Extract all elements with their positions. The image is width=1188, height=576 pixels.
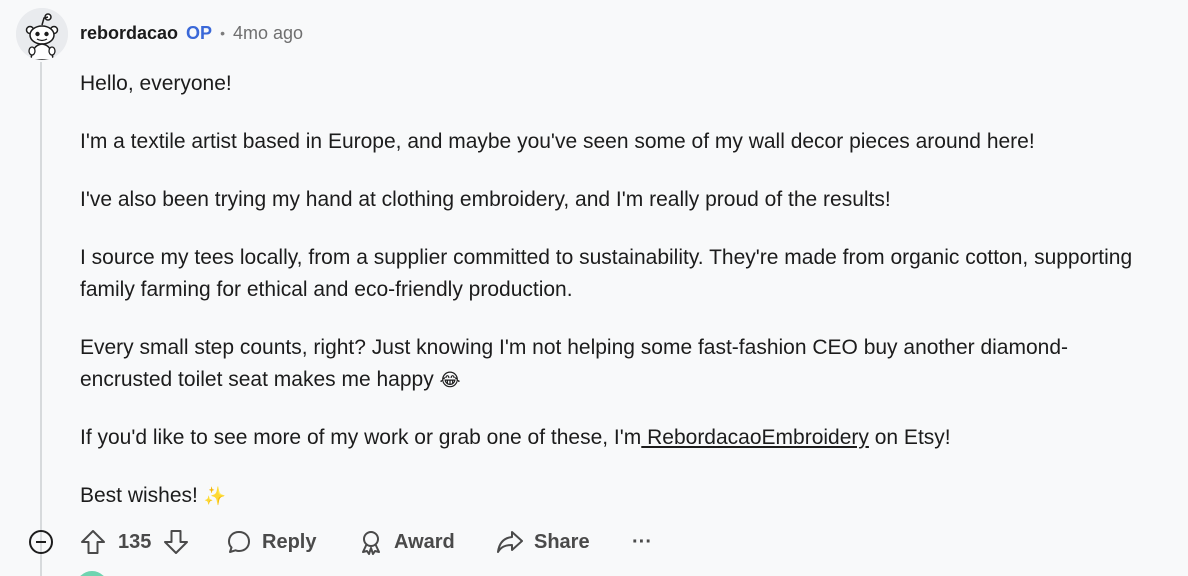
paragraph-etsy: If you'd like to see more of my work or … — [80, 422, 1160, 454]
share-label: Share — [534, 530, 590, 553]
reply-button[interactable]: Reply — [226, 526, 316, 558]
vote-count: 135 — [118, 530, 152, 553]
paragraph-embroidery: I've also been trying my hand at clothin… — [80, 188, 891, 211]
upvote-arrow-icon[interactable] — [80, 529, 106, 555]
paragraph-sourcing: I source my tees locally, from a supplie… — [80, 246, 1133, 301]
snoo-avatar-icon[interactable] — [16, 8, 68, 60]
thread-line[interactable] — [40, 62, 42, 576]
reply-avatar[interactable] — [76, 571, 108, 576]
comment-body: Hello, everyone! I'm a textile artist ba… — [80, 68, 1160, 538]
award-button[interactable]: Award — [358, 526, 455, 558]
sparkles-emoji: ✨ — [203, 486, 227, 506]
vote-controls: 135 — [80, 526, 189, 558]
comment-actions-bar: 135 Reply Award Share ··· — [0, 522, 1188, 562]
award-label: Award — [394, 530, 455, 553]
collapse-minus-icon[interactable] — [29, 530, 53, 554]
etsy-shop-link[interactable]: RebordacaoEmbroidery — [641, 426, 869, 449]
more-options-label: ··· — [632, 530, 652, 553]
author-username[interactable]: rebordacao — [80, 23, 178, 44]
award-ribbon-icon — [362, 531, 380, 555]
downvote-arrow-icon[interactable] — [163, 529, 189, 555]
paragraph-greeting: Hello, everyone! — [80, 72, 232, 95]
paragraph-signoff: Best wishes! ✨ — [80, 480, 1160, 512]
op-badge: OP — [186, 22, 213, 43]
paragraph-small-steps: Every small step counts, right? Just kno… — [80, 332, 1160, 396]
paragraph-etsy-text-after: on Etsy! — [868, 426, 951, 449]
more-options-button[interactable]: ··· — [632, 526, 652, 558]
laughing-emoji: 😂 — [439, 370, 461, 390]
paragraph-etsy-text-before: If you'd like to see more of my work or … — [80, 426, 642, 449]
share-arrow-icon — [497, 531, 523, 553]
timestamp[interactable]: 4mo ago — [233, 23, 303, 44]
share-button[interactable]: Share — [496, 526, 590, 558]
speech-bubble-icon — [228, 531, 250, 553]
paragraph-small-steps-text: Every small step counts, right? Just kno… — [80, 336, 1068, 391]
paragraph-intro: I'm a textile artist based in Europe, an… — [80, 130, 1035, 153]
separator-dot: • — [220, 25, 225, 41]
comment-header: rebordacao OP • 4mo ago — [80, 21, 303, 45]
comment: rebordacao OP • 4mo ago Hello, everyone!… — [0, 0, 1188, 576]
paragraph-signoff-text: Best wishes! — [80, 484, 198, 507]
reply-label: Reply — [262, 530, 317, 553]
